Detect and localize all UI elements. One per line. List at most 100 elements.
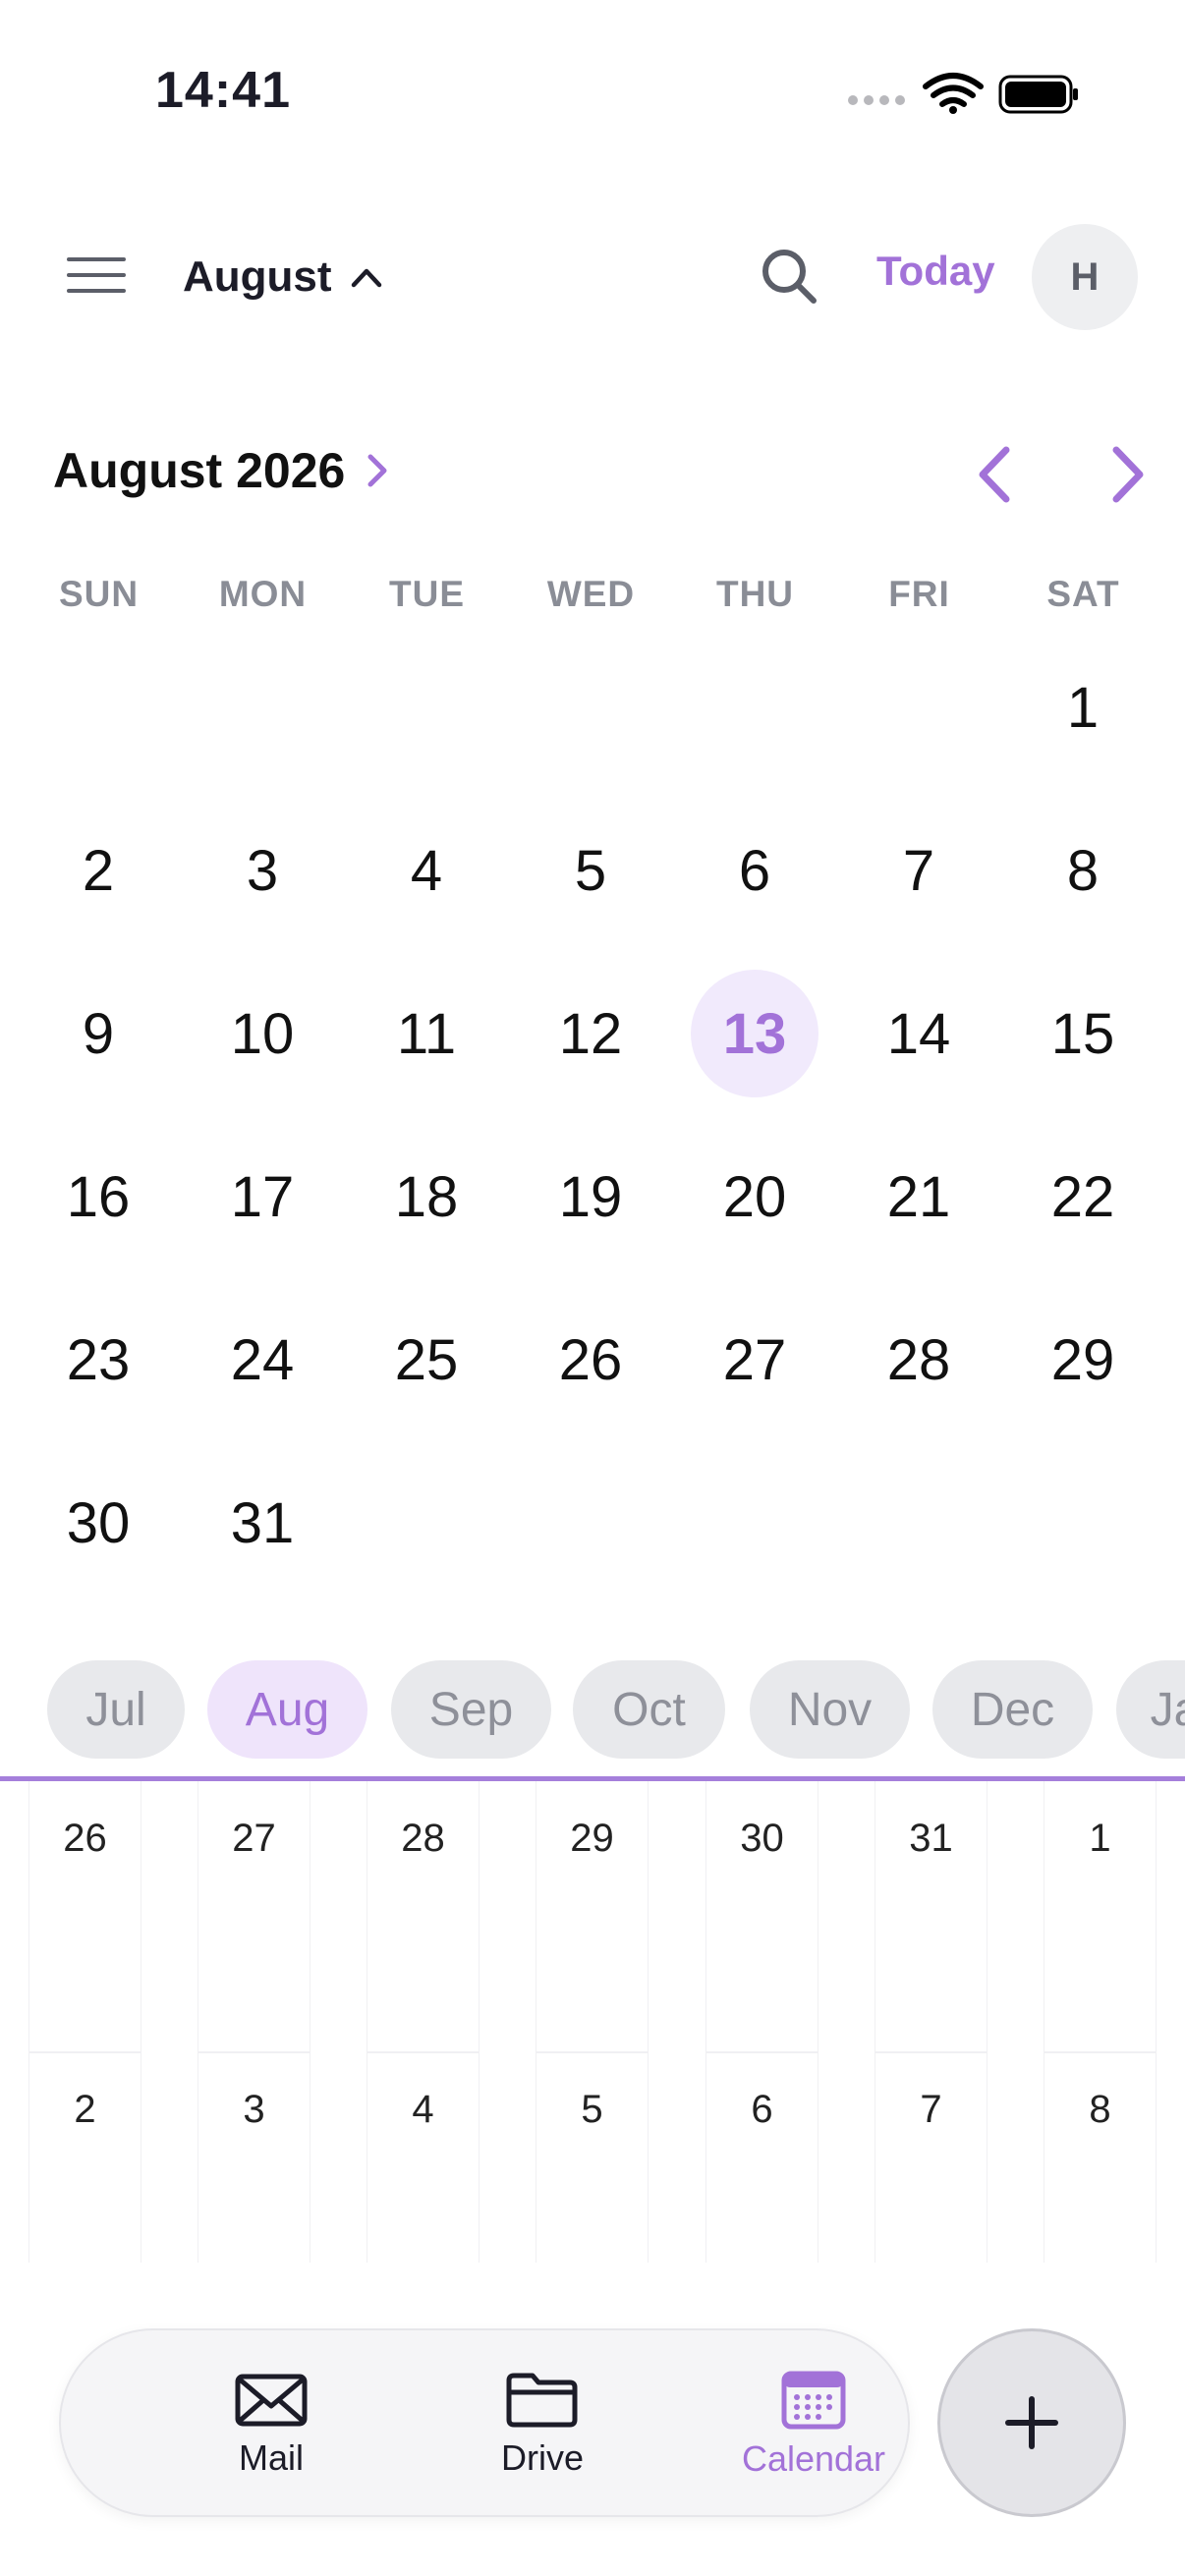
day-cell[interactable]: 23 <box>34 1296 162 1424</box>
next-month-button[interactable] <box>1099 440 1157 509</box>
month-chip[interactable]: Nov <box>750 1660 910 1759</box>
day-cell[interactable]: 8 <box>1019 807 1147 934</box>
week-day-number: 28 <box>401 1817 445 1860</box>
tab-label: Drive <box>500 2437 584 2478</box>
day-cell[interactable]: 12 <box>527 970 654 1097</box>
day-cell[interactable]: 5 <box>527 807 654 934</box>
cellular-signal-icon <box>848 95 905 105</box>
month-chip[interactable]: Aug <box>207 1660 367 1759</box>
week-day-cell[interactable]: 4 <box>367 2052 480 2263</box>
day-cell[interactable]: 6 <box>691 807 818 934</box>
week-day-cell[interactable]: 26 <box>28 1781 141 2052</box>
search-icon <box>762 250 817 304</box>
previous-month-button[interactable] <box>965 440 1024 509</box>
day-cell-selected[interactable]: 13 <box>691 970 818 1097</box>
day-cell[interactable]: 25 <box>363 1296 490 1424</box>
day-cell[interactable]: 17 <box>198 1133 326 1260</box>
day-cell[interactable]: 16 <box>34 1133 162 1260</box>
day-cell[interactable]: 31 <box>198 1459 326 1587</box>
day-cell[interactable]: 15 <box>1019 970 1147 1097</box>
day-cell[interactable]: 9 <box>34 970 162 1097</box>
add-event-button[interactable] <box>937 2328 1126 2517</box>
weekday-label: SUN <box>58 574 140 614</box>
day-cell[interactable]: 4 <box>363 807 490 934</box>
day-cell[interactable]: 18 <box>363 1133 490 1260</box>
week-day-cell[interactable]: 6 <box>705 2052 818 2263</box>
day-cell[interactable]: 26 <box>527 1296 654 1424</box>
status-time: 14:41 <box>155 62 291 119</box>
tab-drive[interactable]: Drive <box>415 2330 670 2519</box>
hamburger-icon <box>67 257 126 293</box>
tab-label: Calendar <box>741 2438 886 2479</box>
week-day-number: 4 <box>412 2088 434 2131</box>
day-cell[interactable]: 11 <box>363 970 490 1097</box>
day-cell[interactable]: 30 <box>34 1459 162 1587</box>
day-cell[interactable]: 7 <box>855 807 983 934</box>
day-cell[interactable]: 20 <box>691 1133 818 1260</box>
avatar[interactable]: H <box>1032 224 1138 330</box>
week-day-cell[interactable]: 2 <box>28 2052 141 2263</box>
day-cell[interactable]: 21 <box>855 1133 983 1260</box>
week-day-cell[interactable]: 27 <box>198 1781 310 2052</box>
tab-label: Mail <box>238 2437 304 2478</box>
day-cell[interactable]: 27 <box>691 1296 818 1424</box>
chevron-up-icon <box>351 268 381 288</box>
today-button[interactable]: Today <box>876 248 995 295</box>
month-chip-strip[interactable]: JulAugSepOct NovDecJa <box>47 1660 1185 1759</box>
week-day-cell[interactable]: 1 <box>1044 1781 1157 2052</box>
month-chip[interactable]: Jul <box>47 1660 185 1759</box>
tab-calendar[interactable]: Calendar <box>686 2330 941 2519</box>
day-cell[interactable]: 10 <box>198 970 326 1097</box>
week-day-number: 2 <box>74 2088 96 2131</box>
month-chip[interactable]: Oct <box>573 1660 725 1759</box>
chevron-right-icon <box>367 454 387 487</box>
month-chip[interactable]: Sep <box>391 1660 551 1759</box>
day-cell[interactable]: 19 <box>527 1133 654 1260</box>
week-day-cell[interactable]: 31 <box>875 1781 988 2052</box>
week-day-cell[interactable]: 28 <box>367 1781 480 2052</box>
chevron-left-icon <box>979 446 1010 503</box>
wifi-icon <box>923 73 984 107</box>
day-cell[interactable]: 14 <box>855 970 983 1097</box>
battery-icon <box>998 75 1078 114</box>
week-day-cell[interactable]: 7 <box>875 2052 988 2263</box>
week-day-number: 7 <box>920 2088 942 2131</box>
week-day-number: 30 <box>740 1817 784 1860</box>
mail-icon <box>235 2374 308 2427</box>
month-picker-toggle[interactable]: August <box>183 246 383 308</box>
week-day-cell[interactable]: 3 <box>198 2052 310 2263</box>
week-day-cell[interactable]: 30 <box>705 1781 818 2052</box>
weekday-label: WED <box>546 574 636 614</box>
month-chip[interactable]: Ja <box>1116 1660 1185 1759</box>
week-day-number: 3 <box>243 2088 265 2131</box>
weekday-label: THU <box>715 574 795 614</box>
week-day-number: 26 <box>63 1817 107 1860</box>
weekday-label: TUE <box>389 574 465 614</box>
search-button[interactable] <box>757 244 825 312</box>
week-day-number: 31 <box>909 1817 953 1860</box>
week-day-cell[interactable]: 29 <box>536 1781 649 2052</box>
calendar-icon <box>781 2371 846 2430</box>
week-day-number: 27 <box>232 1817 276 1860</box>
menu-button[interactable] <box>63 252 132 301</box>
day-cell[interactable]: 22 <box>1019 1133 1147 1260</box>
month-heading-label: August 2026 <box>53 443 346 498</box>
tab-mail[interactable]: Mail <box>143 2330 399 2519</box>
weekday-label: MON <box>218 574 308 614</box>
day-cell[interactable]: 24 <box>198 1296 326 1424</box>
tab-bar: Mail Drive Calendar <box>59 2328 910 2517</box>
weekday-header: SUN MON TUE WED THU FRI SAT <box>0 574 1185 629</box>
month-chip[interactable]: Dec <box>932 1660 1093 1759</box>
month-heading[interactable]: August 2026 <box>53 442 390 499</box>
week-day-number: 8 <box>1089 2088 1111 2131</box>
day-cell[interactable]: 1 <box>1019 644 1147 771</box>
day-cell[interactable]: 28 <box>855 1296 983 1424</box>
chevron-right-icon <box>1112 446 1144 503</box>
day-cell[interactable]: 3 <box>198 807 326 934</box>
day-cell[interactable]: 2 <box>34 807 162 934</box>
week-day-number: 1 <box>1089 1817 1111 1860</box>
week-day-cell[interactable]: 8 <box>1044 2052 1157 2263</box>
week-grid: 26 27 28 29 30 31 1 2 3 4 5 6 7 8 <box>0 1781 1185 2263</box>
week-day-cell[interactable]: 5 <box>536 2052 649 2263</box>
day-cell[interactable]: 29 <box>1019 1296 1147 1424</box>
